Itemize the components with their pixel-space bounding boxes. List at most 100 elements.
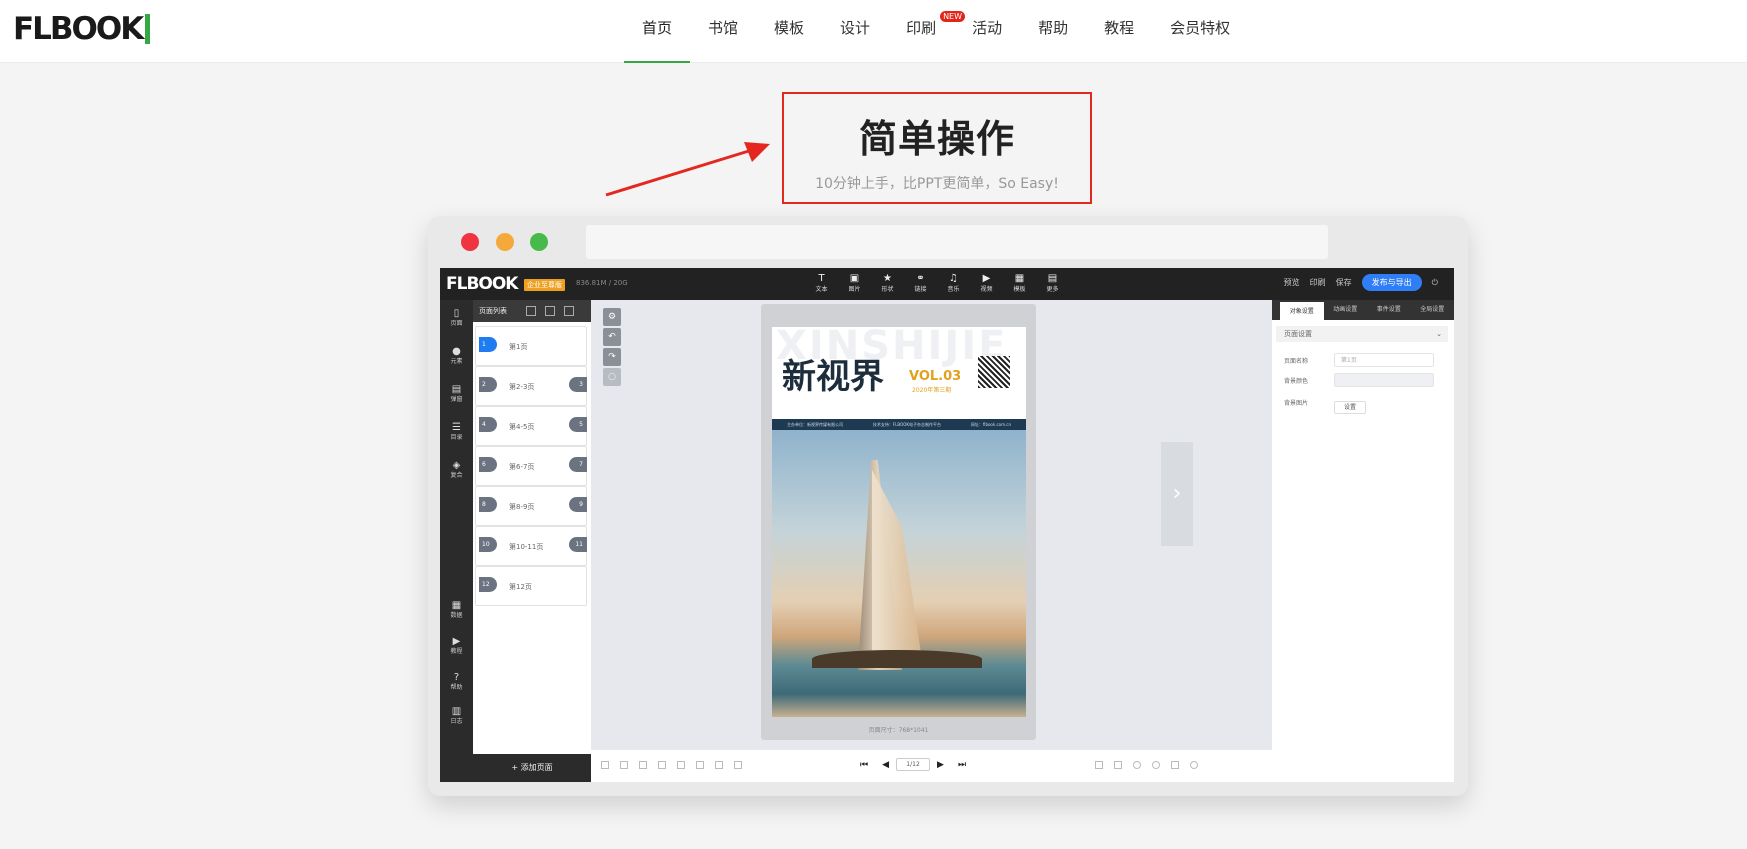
tool-more[interactable]: ▤ 更多 <box>1036 272 1069 294</box>
copy-icon[interactable] <box>526 306 536 316</box>
tool-video[interactable]: ▶ 视频 <box>970 272 1003 294</box>
page-canvas: XINSHIJIE 新视界 VOL.03 2020年第三期 主办单位：新视界传媒… <box>761 304 1036 740</box>
sidebar-help[interactable]: ? 帮助 <box>440 672 473 692</box>
cover-photo <box>772 430 1026 717</box>
log-icon: ▥ <box>451 706 462 717</box>
sidebar-popup[interactable]: ▤ 弹窗 <box>440 384 473 404</box>
tool-text[interactable]: T 文本 <box>805 272 838 294</box>
page-input[interactable]: 1/12 <box>896 758 931 771</box>
delete-icon[interactable] <box>564 306 574 316</box>
page-item[interactable]: 12 第12页 <box>475 566 587 606</box>
qr-code <box>978 356 1010 388</box>
tab-object[interactable]: 对象设置 <box>1280 302 1324 320</box>
nav-design[interactable]: 设计 <box>822 0 888 63</box>
page-item[interactable]: 1 第1页 <box>475 326 587 366</box>
editor-actions: 预览 印刷 保存 发布与导出 ⏻ <box>1284 274 1448 291</box>
link-icon: ⚭ <box>916 273 925 284</box>
last-page-icon[interactable]: ⏭ <box>958 760 966 770</box>
fit-icon[interactable] <box>1114 761 1122 769</box>
help-icon: ? <box>453 672 460 683</box>
align-center-icon[interactable] <box>620 761 628 769</box>
sidebar-log[interactable]: ▥ 日志 <box>440 706 473 726</box>
bg-image-set-button[interactable]: 设置 <box>1334 401 1366 414</box>
align-right-icon[interactable] <box>639 761 647 769</box>
sidebar-tutorial[interactable]: ▶ 教程 <box>440 636 473 656</box>
page-list-header: 页面列表 <box>473 300 591 322</box>
editor-logo: FLBOOK <box>446 274 518 294</box>
align-top-icon[interactable] <box>658 761 666 769</box>
tool-link-label: 链接 <box>914 286 927 293</box>
distribute-h-icon[interactable] <box>715 761 723 769</box>
prev-page-icon[interactable]: ◀ <box>882 760 889 770</box>
page-item[interactable]: 2 第2-3页 3 <box>475 366 587 406</box>
main-nav: 首页 书馆 模板 设计 印刷 NEW 活动 帮助 教程 会员特权 <box>624 0 1248 63</box>
layers-icon: ◈ <box>452 460 461 471</box>
tool-link[interactable]: ⚭ 链接 <box>904 272 937 294</box>
power-icon[interactable]: ⏻ <box>1432 278 1438 288</box>
tab-global[interactable]: 全局设置 <box>1411 300 1455 320</box>
view-icon[interactable] <box>1190 761 1198 769</box>
page-number: 10 <box>479 537 497 552</box>
properties-panel: 对象设置 动画设置 事件设置 全局设置 页面设置 ⌄ 页面名称 第1页 背景颜色 … <box>1272 300 1454 782</box>
zoom-in-icon[interactable] <box>1133 761 1141 769</box>
redo-icon[interactable]: ↷ <box>603 348 621 366</box>
nav-membership[interactable]: 会员特权 <box>1152 0 1248 63</box>
tool-shape[interactable]: ★ 形状 <box>871 272 904 294</box>
site-logo[interactable]: FLBOOK <box>13 11 151 47</box>
preview-button[interactable]: 预览 <box>1284 277 1300 288</box>
zoom-out-icon[interactable] <box>1152 761 1160 769</box>
undo-icon[interactable]: ↶ <box>603 328 621 346</box>
align-bottom-icon[interactable] <box>696 761 704 769</box>
distribute-v-icon[interactable] <box>734 761 742 769</box>
page-name-field[interactable]: 第1页 <box>1334 353 1434 367</box>
nav-print[interactable]: 印刷 NEW <box>888 0 966 63</box>
page-icon[interactable] <box>1095 761 1103 769</box>
tab-animation[interactable]: 动画设置 <box>1324 300 1368 320</box>
reset-icon[interactable]: ○ <box>603 368 621 386</box>
tool-music[interactable]: ♫ 音乐 <box>937 272 970 294</box>
sidebar-elements-label: 元素 <box>450 358 463 365</box>
page-settings-section[interactable]: 页面设置 ⌄ <box>1276 326 1448 342</box>
text-icon: T <box>818 273 825 284</box>
magazine-cover[interactable]: XINSHIJIE 新视界 VOL.03 2020年第三期 主办单位：新视界传媒… <box>772 327 1026 717</box>
sidebar-data[interactable]: ▦ 数据 <box>440 600 473 620</box>
tool-more-label: 更多 <box>1046 286 1059 293</box>
tool-image[interactable]: ▣ 图片 <box>838 272 871 294</box>
hero-subtitle: 10分钟上手，比PPT更简单，So Easy! <box>815 176 1059 192</box>
nav-home[interactable]: 首页 <box>624 0 691 63</box>
tool-video-label: 视频 <box>980 286 993 293</box>
sidebar-toc[interactable]: ☰ 目录 <box>440 422 473 442</box>
align-left-icon[interactable] <box>601 761 609 769</box>
tool-template[interactable]: ▦ 模板 <box>1003 272 1036 294</box>
sidebar-tutorial-label: 教程 <box>450 648 463 655</box>
page-item[interactable]: 4 第4-5页 5 <box>475 406 587 446</box>
page-item[interactable]: 6 第6-7页 7 <box>475 446 587 486</box>
address-bar[interactable] <box>586 225 1328 259</box>
sidebar-composite[interactable]: ◈ 复合 <box>440 460 473 480</box>
align-middle-icon[interactable] <box>677 761 685 769</box>
first-page-icon[interactable]: ⏮ <box>860 760 868 770</box>
play-icon: ▶ <box>982 273 991 284</box>
nav-help[interactable]: 帮助 <box>1020 0 1086 63</box>
next-page-icon[interactable]: ▶ <box>937 760 944 770</box>
nav-events[interactable]: 活动 <box>954 0 1020 63</box>
page-item[interactable]: 10 第10-11页 11 <box>475 526 587 566</box>
settings-icon[interactable]: ⚙ <box>603 308 621 326</box>
bg-color-picker[interactable] <box>1334 373 1434 387</box>
nav-library[interactable]: 书馆 <box>690 0 756 63</box>
next-page-arrow[interactable]: › <box>1161 442 1193 546</box>
nav-templates[interactable]: 模板 <box>756 0 822 63</box>
publish-button[interactable]: 发布与导出 <box>1361 274 1422 291</box>
duplicate-icon[interactable] <box>545 306 555 316</box>
sidebar-elements[interactable]: ● 元素 <box>440 346 473 366</box>
page-item[interactable]: 8 第8-9页 9 <box>475 486 587 526</box>
page-number: 8 <box>479 497 497 512</box>
tab-events[interactable]: 事件设置 <box>1367 300 1411 320</box>
add-page-button[interactable]: + 添加页面 <box>473 754 591 782</box>
save-button[interactable]: 保存 <box>1336 277 1352 288</box>
sidebar-pages[interactable]: ▯ 页面 <box>440 308 473 328</box>
nav-tutorials[interactable]: 教程 <box>1086 0 1152 63</box>
print-button[interactable]: 印刷 <box>1310 277 1326 288</box>
ruler-icon[interactable] <box>1171 761 1179 769</box>
page-number-right: 3 <box>569 377 587 392</box>
